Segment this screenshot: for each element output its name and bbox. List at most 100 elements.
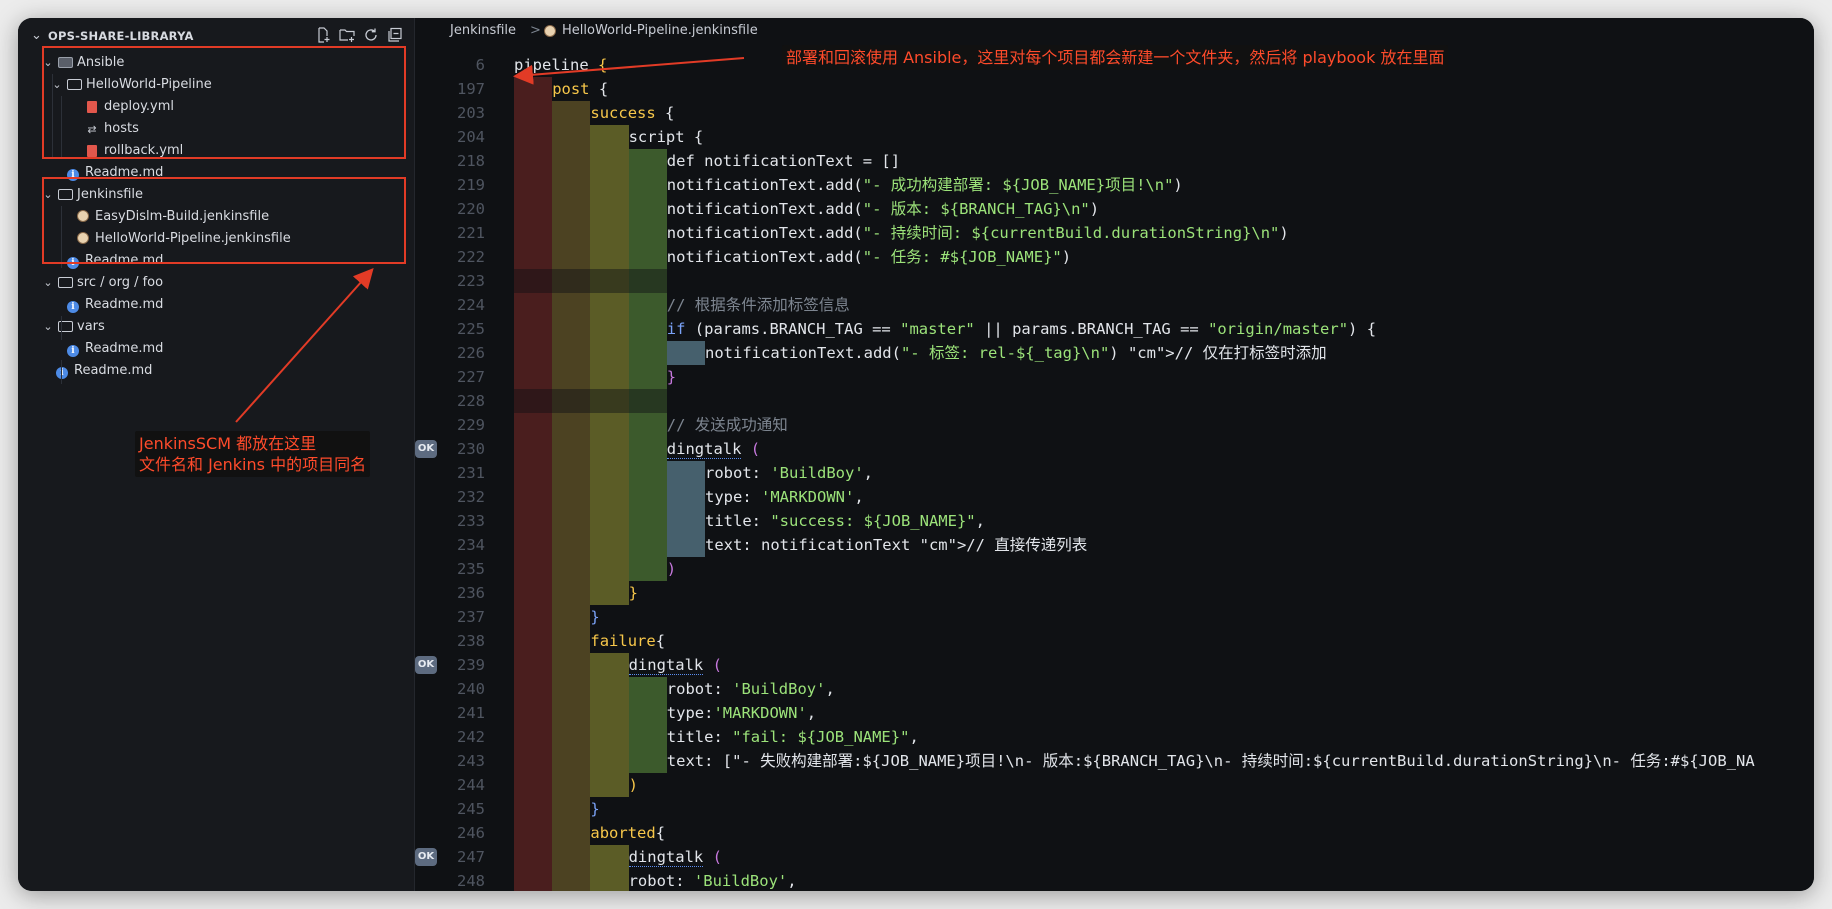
code-text: title: "fail: ${JOB_NAME}", bbox=[666, 728, 919, 746]
line-number: 248 bbox=[457, 872, 485, 890]
new-file-icon[interactable] bbox=[314, 27, 332, 45]
chevron-down-icon[interactable]: ⌄ bbox=[42, 316, 54, 338]
code-line[interactable]: 240 robot: 'BuildBoy', bbox=[415, 677, 1814, 701]
code-line[interactable]: 203 success { bbox=[415, 101, 1814, 125]
jenkinsfile-highlight-box bbox=[42, 177, 406, 264]
code-text: text: notificationText "cm">// 直接传递列表 bbox=[705, 536, 1088, 554]
code-line[interactable]: 222 notificationText.add("- 任务: #${JOB_NA… bbox=[415, 245, 1814, 269]
code-line[interactable]: 218 def notificationText = [] bbox=[415, 149, 1814, 173]
tree-item-label: Readme.md bbox=[74, 363, 153, 378]
breadcrumb-folder[interactable]: Jenkinsfile bbox=[450, 18, 516, 44]
indent-guide bbox=[61, 360, 62, 384]
folder-icon bbox=[57, 272, 73, 295]
line-number: 204 bbox=[457, 128, 485, 146]
line-number: 203 bbox=[457, 104, 485, 122]
line-number: 222 bbox=[457, 248, 485, 266]
code-text: dingtalk ( bbox=[666, 440, 761, 459]
code-line[interactable]: 221 notificationText.add("- 持续时间: ${curre… bbox=[415, 221, 1814, 245]
line-number: 219 bbox=[457, 176, 485, 194]
line-number: 244 bbox=[457, 776, 485, 794]
code-text: dingtalk ( bbox=[628, 656, 722, 675]
code-text: robot: 'BuildBoy', bbox=[705, 464, 873, 482]
tree-item[interactable]: ⌄ vars bbox=[18, 316, 414, 338]
code-line[interactable]: 235) bbox=[415, 557, 1814, 581]
tree-item-label: src / org / foo bbox=[77, 275, 164, 290]
code-line[interactable]: 227} bbox=[415, 365, 1814, 389]
code-text: failure{ bbox=[590, 632, 666, 650]
code-line[interactable]: 237} bbox=[415, 605, 1814, 629]
code-line[interactable]: OK 230 dingtalk ( bbox=[415, 437, 1814, 461]
code-line[interactable]: 246 aborted{ bbox=[415, 821, 1814, 845]
line-number: 243 bbox=[457, 752, 485, 770]
ansible-annotation: 部署和回滚使用 Ansible，这里对每个项目都会新建一个文件夹，然后将 pla… bbox=[782, 45, 1449, 70]
breadcrumb-file[interactable]: HelloWorld-Pipeline.jenkinsfile bbox=[562, 18, 758, 44]
code-text: ) bbox=[666, 560, 677, 578]
line-number: 232 bbox=[457, 488, 485, 506]
code-line[interactable]: 225 if (params.BRANCH_TAG == "master" || … bbox=[415, 317, 1814, 341]
code-text: notificationText.add("- 持续时间: ${currentB… bbox=[666, 224, 1289, 242]
indent-guide bbox=[61, 316, 62, 340]
code-line[interactable]: 232 type: 'MARKDOWN', bbox=[415, 485, 1814, 509]
chevron-down-icon[interactable]: ⌄ bbox=[42, 272, 54, 294]
code-line[interactable]: 219 notificationText.add("- 成功构建部署: ${JOB… bbox=[415, 173, 1814, 197]
code-text: ) bbox=[628, 776, 638, 794]
code-text: robot: 'BuildBoy', bbox=[628, 872, 797, 890]
ansible-highlight-box bbox=[42, 46, 406, 159]
line-number: 238 bbox=[457, 632, 485, 650]
code-line[interactable]: OK 247 dingtalk ( bbox=[415, 845, 1814, 869]
tree-item-label: Readme.md bbox=[85, 297, 164, 312]
line-number: 230 bbox=[457, 440, 485, 458]
code-line[interactable]: 248 robot: 'BuildBoy', bbox=[415, 869, 1814, 891]
code-line[interactable]: 226 notificationText.add("- 标签: rel-${_ta… bbox=[415, 341, 1814, 365]
code-text: def notificationText = [] bbox=[666, 152, 901, 170]
code-line[interactable]: 234 text: notificationText "cm">// 直接传递列表 bbox=[415, 533, 1814, 557]
code-editor[interactable]: Jenkinsfile > HelloWorld-Pipeline.jenkin… bbox=[415, 18, 1814, 891]
info-icon: i bbox=[65, 294, 81, 316]
code-text: type:'MARKDOWN', bbox=[666, 704, 817, 722]
code-line[interactable]: 224 // 根据条件添加标签信息 bbox=[415, 293, 1814, 317]
editor-window: ⌄ OPS-SHARE-LIBRARYA ⌄ Ansible ⌄ HelloWorld… bbox=[18, 18, 1814, 891]
chevron-down-icon[interactable]: ⌄ bbox=[31, 28, 42, 43]
tree-item-label: Readme.md bbox=[85, 341, 164, 356]
line-number: 224 bbox=[457, 296, 485, 314]
tree-item[interactable]: i Readme.md bbox=[18, 294, 414, 316]
tree-item[interactable]: i Readme.md bbox=[18, 338, 414, 360]
new-folder-icon[interactable] bbox=[338, 27, 356, 45]
line-number: 226 bbox=[457, 344, 485, 362]
code-line[interactable]: 228 bbox=[415, 389, 1814, 413]
line-number: 6 bbox=[475, 56, 485, 74]
breadcrumb-separator: > bbox=[530, 23, 541, 38]
tree-item[interactable]: i Readme.md bbox=[18, 360, 414, 382]
code-line[interactable]: 204 script { bbox=[415, 125, 1814, 149]
line-number: 223 bbox=[457, 272, 485, 290]
tree-item[interactable]: ⌄ src / org / foo bbox=[18, 272, 414, 294]
line-number: 218 bbox=[457, 152, 485, 170]
code-line[interactable]: 233 title: "success: ${JOB_NAME}", bbox=[415, 509, 1814, 533]
code-line[interactable]: 197 post { bbox=[415, 77, 1814, 101]
line-number: 227 bbox=[457, 368, 485, 386]
code-line[interactable]: 220 notificationText.add("- 版本: ${BRANCH_… bbox=[415, 197, 1814, 221]
annotation-line: JenkinsSCM 都放在这里 bbox=[139, 434, 317, 453]
code-line[interactable]: 229 // 发送成功通知 bbox=[415, 413, 1814, 437]
code-line[interactable]: 244) bbox=[415, 773, 1814, 797]
code-text: type: 'MARKDOWN', bbox=[705, 488, 864, 506]
code-line[interactable]: OK 239 dingtalk ( bbox=[415, 653, 1814, 677]
line-number: 247 bbox=[457, 848, 485, 866]
line-number: 231 bbox=[457, 464, 485, 482]
refresh-icon[interactable] bbox=[362, 27, 380, 45]
code-line[interactable]: 231 robot: 'BuildBoy', bbox=[415, 461, 1814, 485]
code-text: notificationText.add("- 成功构建部署: ${JOB_NA… bbox=[666, 176, 1183, 194]
line-number: 234 bbox=[457, 536, 485, 554]
code-line[interactable]: 243 text: ["- 失败构建部署:${JOB_NAME}项目!\n- 版本… bbox=[415, 749, 1814, 773]
collapse-all-icon[interactable] bbox=[386, 27, 404, 45]
code-line[interactable]: 236} bbox=[415, 581, 1814, 605]
code-text: if (params.BRANCH_TAG == "master" || par… bbox=[666, 320, 1377, 338]
code-text: } bbox=[590, 800, 600, 818]
code-line[interactable]: 241 type:'MARKDOWN', bbox=[415, 701, 1814, 725]
explorer-title: OPS-SHARE-LIBRARYA bbox=[48, 29, 194, 43]
code-line[interactable]: 242 title: "fail: ${JOB_NAME}", bbox=[415, 725, 1814, 749]
code-text: post { bbox=[552, 80, 609, 98]
code-line[interactable]: 245} bbox=[415, 797, 1814, 821]
code-line[interactable]: 238 failure{ bbox=[415, 629, 1814, 653]
code-line[interactable]: 223 bbox=[415, 269, 1814, 293]
